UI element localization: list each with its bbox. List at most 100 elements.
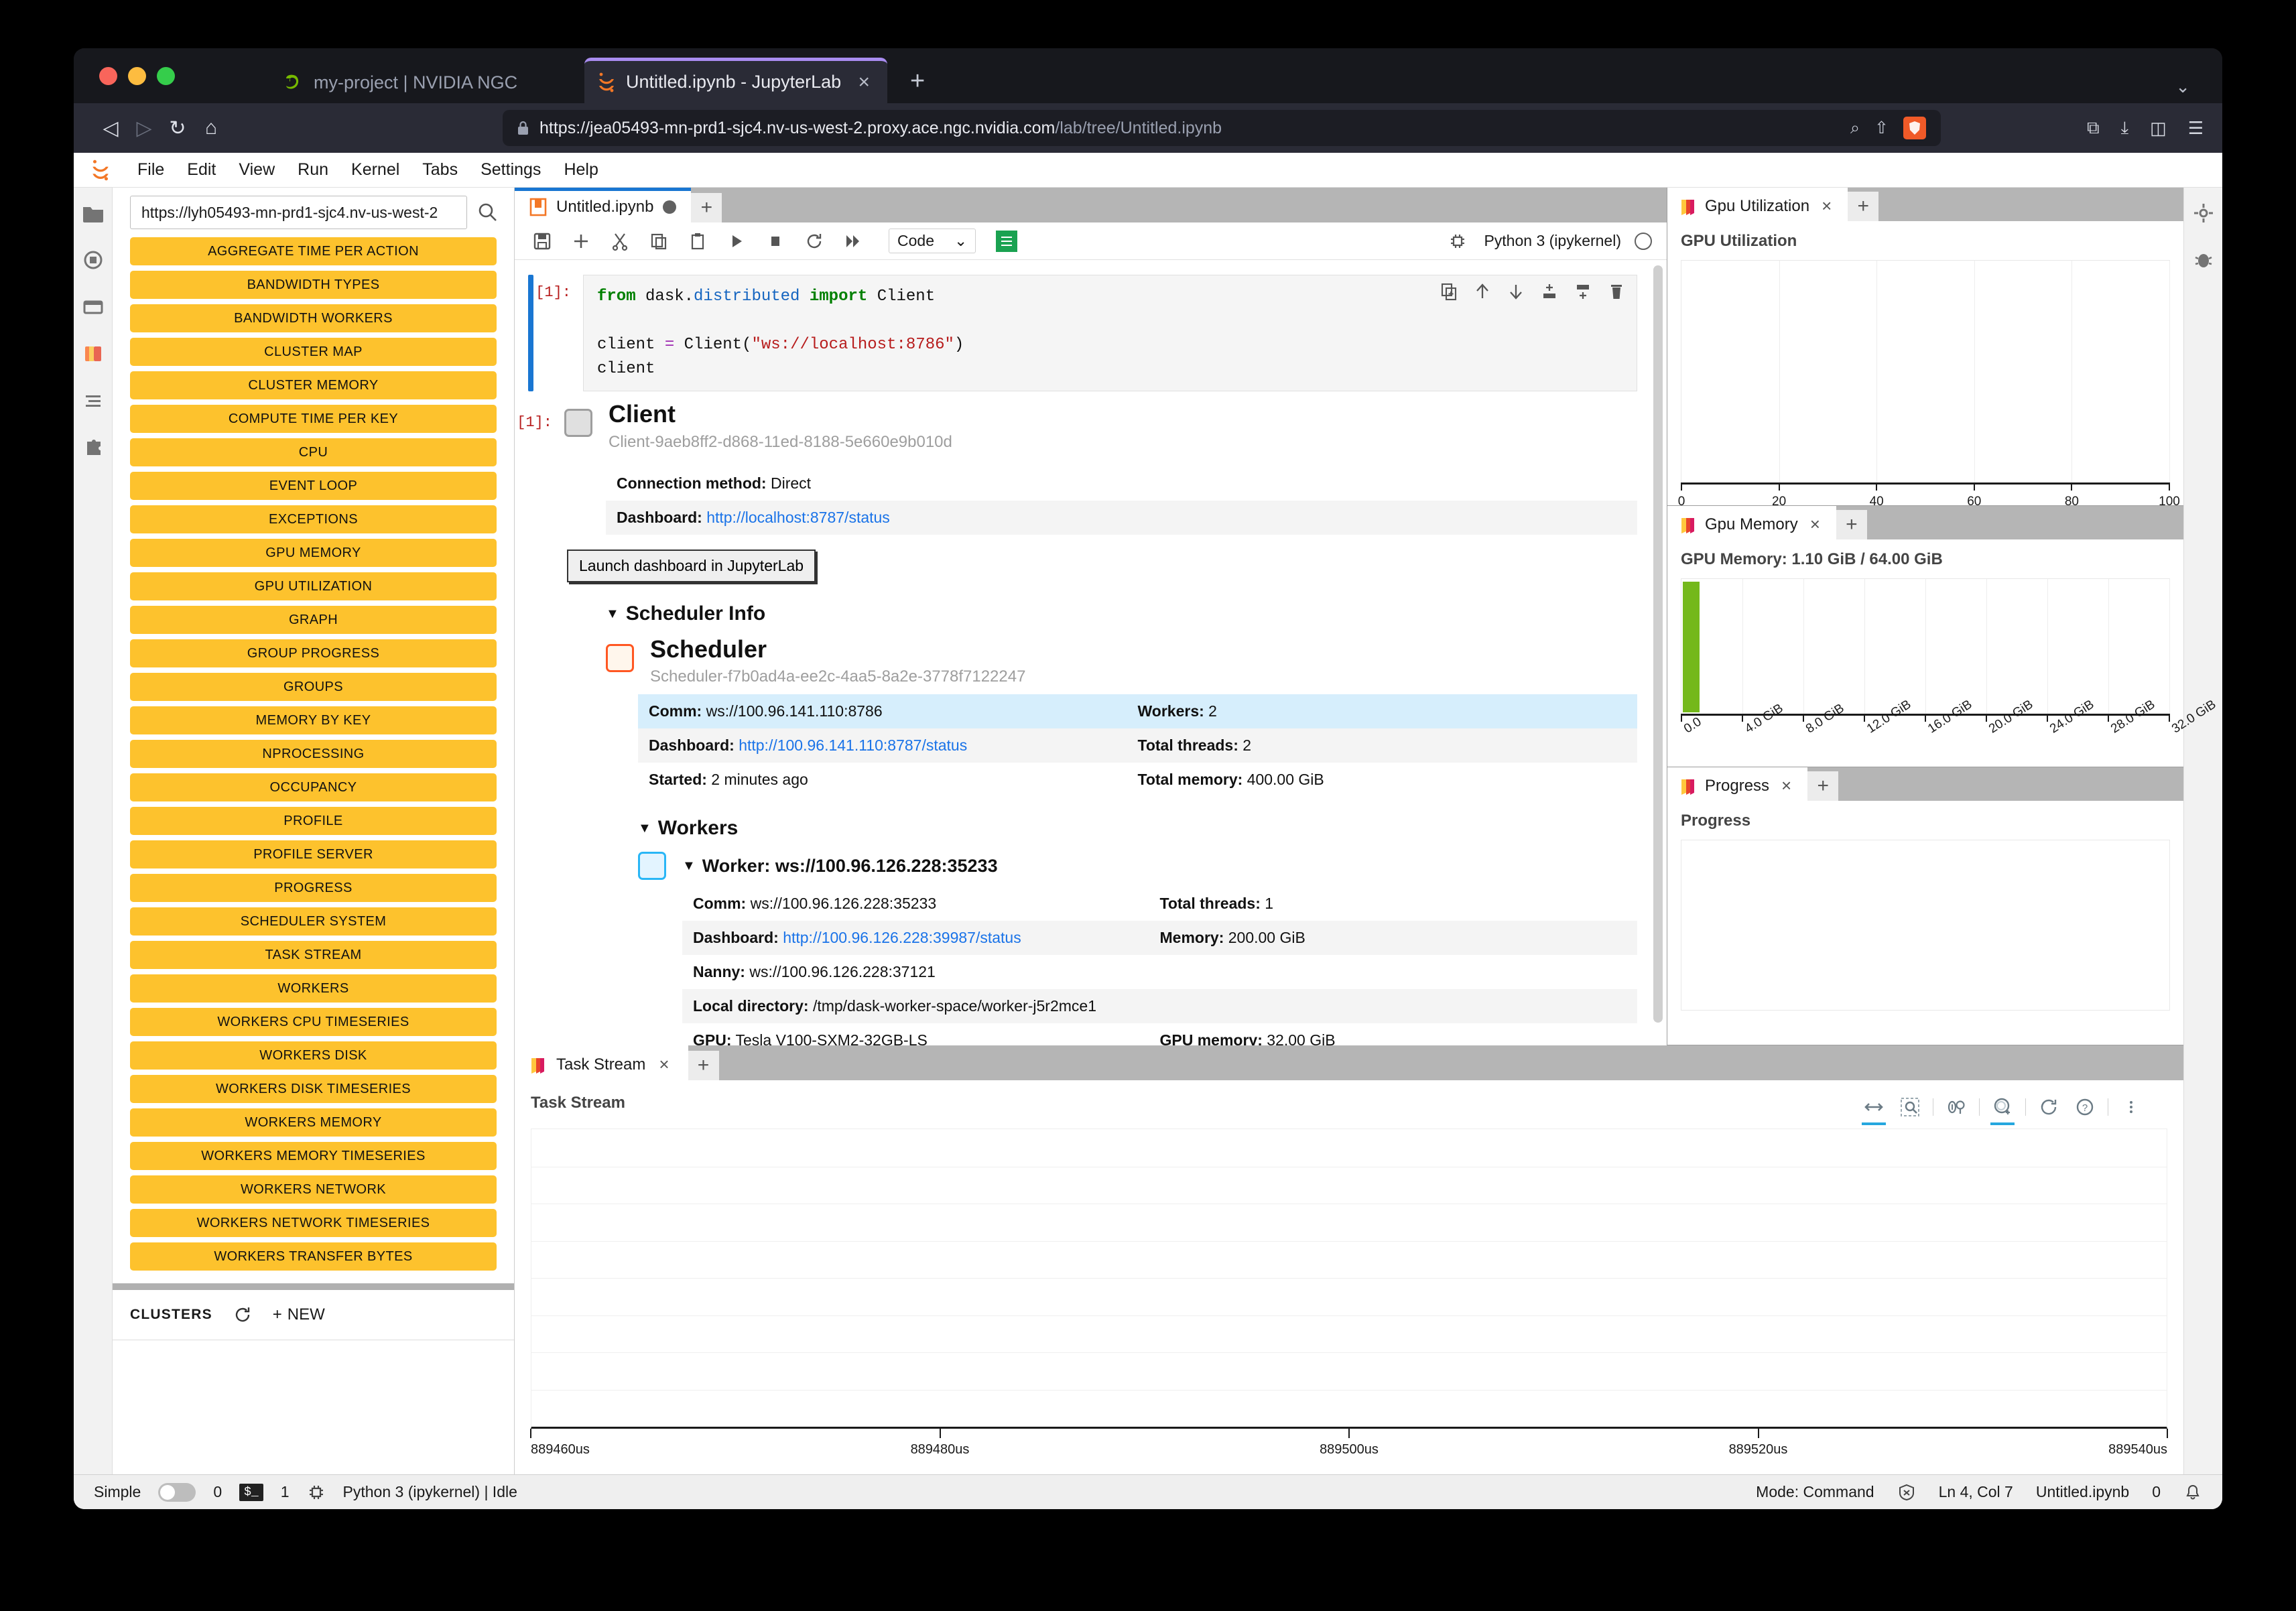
tab-gpu-memory[interactable]: Gpu Memory ×: [1667, 506, 1836, 539]
pan-tool-icon[interactable]: [1860, 1094, 1887, 1125]
table-of-contents-icon[interactable]: [80, 387, 107, 414]
scheduler-info-toggle[interactable]: ▼ Scheduler Info: [564, 602, 1637, 625]
tab-untitled-ipynb[interactable]: Untitled.ipynb: [515, 188, 692, 222]
search-icon[interactable]: ⌕: [1850, 119, 1860, 138]
close-tab-button[interactable]: ×: [1817, 196, 1836, 216]
menu-run[interactable]: Run: [286, 156, 340, 184]
insert-cell-above-icon[interactable]: [1540, 282, 1559, 301]
dask-button-scheduler-system[interactable]: SCHEDULER SYSTEM: [130, 907, 497, 936]
menu-file[interactable]: File: [126, 156, 176, 184]
gpu-memory-plot[interactable]: GPU Memory: 1.10 GiB / 64.00 GiB 0.0 4.0 …: [1667, 539, 2218, 767]
wheel-zoom-tool-icon[interactable]: [1989, 1094, 2016, 1125]
search-icon[interactable]: [476, 201, 499, 224]
run-cell-icon[interactable]: [724, 229, 749, 254]
dask-button-workers-memory[interactable]: WORKERS MEMORY: [130, 1108, 497, 1137]
dask-button-group-progress[interactable]: GROUP PROGRESS: [130, 639, 497, 667]
dask-button-groups[interactable]: GROUPS: [130, 673, 497, 701]
dask-button-workers-disk[interactable]: WORKERS DISK: [130, 1041, 497, 1070]
close-tab-button[interactable]: ×: [1777, 775, 1795, 796]
copy-icon[interactable]: [646, 229, 672, 254]
worker-toggle[interactable]: ▼ Worker: ws://100.96.126.228:35233: [682, 852, 998, 880]
kernel-chip-icon[interactable]: [307, 1483, 326, 1502]
browser-tab-jupyterlab[interactable]: Untitled.ipynb - JupyterLab ×: [584, 58, 887, 103]
cut-icon[interactable]: [607, 229, 633, 254]
kernel-chip-icon[interactable]: [1445, 229, 1470, 254]
help-tool-icon[interactable]: ?: [2071, 1094, 2098, 1120]
add-panel-button[interactable]: +: [1848, 192, 1879, 221]
dask-button-memory-by-key[interactable]: MEMORY BY KEY: [130, 706, 497, 734]
notebook-scroll-area[interactable]: [1]: from dask.distributed import Client…: [515, 260, 1667, 1045]
dask-dashboard-url-input[interactable]: [130, 196, 467, 229]
bell-icon[interactable]: [2183, 1483, 2202, 1502]
debugger-icon[interactable]: [2190, 247, 2217, 273]
terminal-icon[interactable]: $_: [239, 1483, 263, 1501]
dask-button-profile-server[interactable]: PROFILE SERVER: [130, 840, 497, 868]
cell-type-select[interactable]: Code ⌄: [889, 229, 976, 253]
refresh-icon[interactable]: [233, 1305, 253, 1325]
dask-button-workers-cpu-timeseries[interactable]: WORKERS CPU TIMESERIES: [130, 1008, 497, 1036]
menu-help[interactable]: Help: [552, 156, 609, 184]
back-button[interactable]: ◁: [94, 111, 127, 145]
command-palette-icon[interactable]: [80, 294, 107, 320]
dask-button-workers-network-timeseries[interactable]: WORKERS NETWORK TIMESERIES: [130, 1209, 497, 1237]
new-cluster-button[interactable]: + NEW: [273, 1305, 325, 1324]
cell-editor[interactable]: from dask.distributed import Client clie…: [583, 275, 1637, 391]
duplicate-cell-icon[interactable]: [1440, 282, 1458, 301]
dask-button-workers-transfer-bytes[interactable]: WORKERS TRANSFER BYTES: [130, 1242, 497, 1271]
dask-button-event-loop[interactable]: EVENT LOOP: [130, 472, 497, 500]
unsaved-indicator-icon[interactable]: [663, 200, 677, 214]
close-window-button[interactable]: [99, 67, 117, 85]
sidebar-toggle-icon[interactable]: ◫: [2150, 118, 2167, 139]
dask-button-exceptions[interactable]: EXCEPTIONS: [130, 505, 497, 533]
tab-gpu-utilization[interactable]: Gpu Utilization ×: [1667, 188, 1848, 221]
tab-progress[interactable]: Progress ×: [1667, 767, 1808, 801]
task-stream-plot-frame[interactable]: [531, 1129, 2167, 1429]
extension-manager-icon[interactable]: [80, 434, 107, 461]
worker-dashboard-link[interactable]: http://100.96.126.228:39987/status: [783, 929, 1021, 946]
reload-button[interactable]: ↻: [161, 111, 194, 145]
property-inspector-icon[interactable]: [2190, 200, 2217, 227]
workers-section-toggle[interactable]: ▼ Workers: [564, 817, 1637, 840]
insert-cell-below-icon[interactable]: [1574, 282, 1592, 301]
browser-menu-icon[interactable]: ☰: [2188, 118, 2204, 139]
menu-view[interactable]: View: [227, 156, 286, 184]
dask-icon[interactable]: [996, 230, 1018, 252]
dask-button-task-stream[interactable]: TASK STREAM: [130, 941, 497, 969]
dask-button-workers-disk-timeseries[interactable]: WORKERS DISK TIMESERIES: [130, 1075, 497, 1103]
progress-plot[interactable]: Progress: [1667, 801, 2183, 1045]
extensions-icon[interactable]: ⧉: [2087, 117, 2100, 139]
home-button[interactable]: ⌂: [194, 111, 228, 145]
close-tab-button[interactable]: ×: [852, 70, 875, 95]
restart-and-run-all-icon[interactable]: [840, 229, 866, 254]
dask-button-workers-network[interactable]: WORKERS NETWORK: [130, 1175, 497, 1204]
dask-button-cluster-map[interactable]: CLUSTER MAP: [130, 338, 497, 366]
dask-button-workers-memory-timeseries[interactable]: WORKERS MEMORY TIMESERIES: [130, 1142, 497, 1170]
add-panel-button[interactable]: +: [1807, 771, 1839, 801]
maximize-window-button[interactable]: [157, 67, 175, 85]
reset-tool-icon[interactable]: [2035, 1094, 2062, 1120]
launch-dashboard-button[interactable]: Launch dashboard in JupyterLab: [567, 549, 816, 582]
notebook-scrollbar[interactable]: [1653, 265, 1663, 1023]
minimize-window-button[interactable]: [128, 67, 146, 85]
close-tab-button[interactable]: ×: [1806, 514, 1824, 535]
brave-shield-icon[interactable]: [1903, 117, 1926, 139]
file-browser-icon[interactable]: [80, 200, 107, 227]
simple-mode-toggle[interactable]: [158, 1482, 196, 1502]
dask-button-progress[interactable]: PROGRESS: [130, 874, 497, 902]
dask-button-profile[interactable]: PROFILE: [130, 807, 497, 835]
dask-button-occupancy[interactable]: OCCUPANCY: [130, 773, 497, 801]
dask-button-bandwidth-types[interactable]: BANDWIDTH TYPES: [130, 271, 497, 299]
menu-settings[interactable]: Settings: [469, 156, 552, 184]
dask-button-cpu[interactable]: CPU: [130, 438, 497, 466]
paste-icon[interactable]: [685, 229, 710, 254]
chevron-down-icon[interactable]: ⌄: [2175, 76, 2190, 97]
dask-button-gpu-utilization[interactable]: GPU UTILIZATION: [130, 572, 497, 600]
overflow-menu-icon[interactable]: [2118, 1094, 2145, 1120]
new-launcher-button[interactable]: +: [691, 193, 722, 222]
client-dashboard-link[interactable]: http://localhost:8787/status: [706, 509, 890, 526]
insert-cell-icon[interactable]: [568, 229, 594, 254]
dask-button-workers[interactable]: WORKERS: [130, 974, 497, 1003]
downloads-icon[interactable]: ⤓: [2121, 117, 2129, 139]
kernel-status-label[interactable]: Python 3 (ipykernel) | Idle: [343, 1483, 517, 1501]
menu-tabs[interactable]: Tabs: [411, 156, 469, 184]
